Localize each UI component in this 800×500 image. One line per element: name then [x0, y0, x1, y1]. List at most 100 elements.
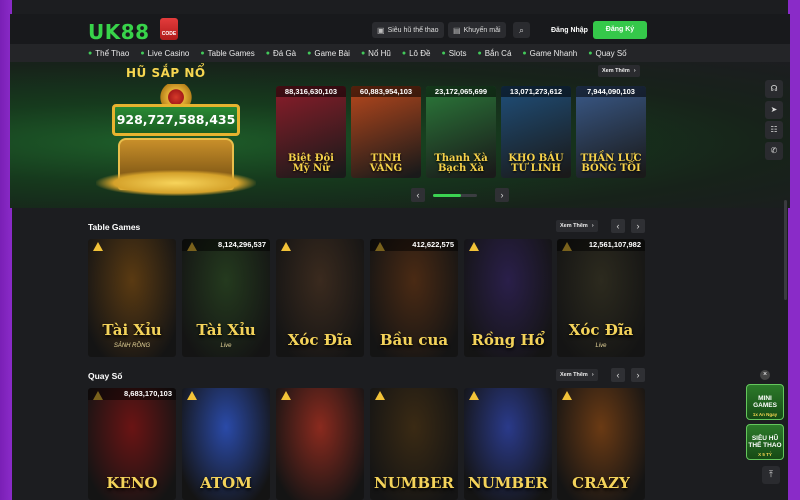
mini-games-widget[interactable]: MINI GAMES 1x An Ngay — [746, 384, 784, 420]
game-title: TINH VÀNG — [369, 153, 403, 174]
table-game-card[interactable]: 12,561,107,982 Xóc Đĩa Live — [557, 239, 645, 357]
promo-label: Khuyến mãi — [463, 26, 501, 34]
lottery-game-card[interactable] — [276, 388, 364, 500]
lottery-game-card[interactable]: 8,683,170,103 KENO — [88, 388, 176, 500]
game-title: Thanh Xà Bạch Xà — [434, 153, 488, 174]
signup-button[interactable]: Đăng Ký — [593, 21, 647, 39]
logo-text: UK88 — [88, 20, 150, 44]
game-subtitle: Live — [595, 343, 607, 349]
game-title: NUMBER — [374, 474, 454, 492]
jackpot-amount: 412,622,575 — [370, 239, 458, 251]
table-game-card[interactable]: Tài Xỉu SẢNH RỒNG — [88, 239, 176, 357]
top-header: UK88 CODE ▣ Siêu hũ thể thao ▤ Khuyến mã… — [10, 14, 790, 46]
nav-item-label: Game Nhanh — [529, 48, 578, 58]
sports-jackpot-widget[interactable]: SIÊU HŨ THỂ THAO X 5 TỶ — [746, 424, 784, 460]
nav-item-1[interactable]: ● Live Casino — [140, 49, 189, 58]
community-button[interactable]: ☷ — [765, 121, 783, 139]
group-icon: ☷ — [770, 125, 778, 134]
site-logo[interactable]: UK88 — [88, 20, 150, 44]
provider-badge-icon — [562, 391, 572, 400]
table-games-prev-button[interactable]: ‹ — [611, 219, 625, 233]
close-icon[interactable]: × — [760, 370, 770, 380]
table-game-card[interactable]: 8,124,296,537 Tài Xỉu Live — [182, 239, 270, 357]
sports-jackpot-link[interactable]: ▣ Siêu hũ thể thao — [372, 22, 444, 38]
table-games-next-button[interactable]: › — [631, 219, 645, 233]
jackpot-game-card[interactable]: 13,071,273,612 KHO BÁU TỨ LINH — [501, 86, 571, 178]
jackpot-game-card[interactable]: 88,316,630,103 Biệt Đội Mỹ Nữ — [276, 86, 346, 178]
scrollbar[interactable] — [784, 200, 787, 300]
game-title: CRAZY — [572, 474, 630, 492]
nav-item-5[interactable]: ● Nổ Hũ — [361, 49, 391, 58]
login-button[interactable]: Đăng Nhập — [543, 22, 596, 39]
phone-button[interactable]: ✆ — [765, 142, 783, 160]
chevron-left-icon: ‹ — [616, 370, 620, 380]
telegram-button[interactable]: ➤ — [765, 101, 783, 119]
sports-jackpot-widget-sub: X 5 TỶ — [758, 452, 772, 457]
nav-item-label: Nổ Hũ — [368, 48, 391, 58]
nav-item-0[interactable]: ● Thể Thao — [88, 49, 129, 58]
nav-item-label: Game Bài — [314, 48, 350, 58]
game-title: NUMBER — [468, 474, 548, 492]
table-games-see-more-button[interactable]: Xem Thêm › — [556, 220, 598, 232]
carousel-next-button[interactable]: › — [495, 188, 509, 202]
nav-item-3[interactable]: ● Đá Gà — [266, 49, 296, 58]
jackpot-amount: 23,172,065,699 — [426, 86, 496, 97]
jackpot-game-card[interactable]: 23,172,065,699 Thanh Xà Bạch Xà — [426, 86, 496, 178]
lottery-game-card[interactable]: NUMBER — [370, 388, 458, 500]
nav-item-4[interactable]: ● Game Bài — [307, 49, 350, 58]
game-title: THẦN LỰC BÓNG TỐI — [580, 153, 642, 174]
nav-item-label: Đá Gà — [273, 48, 297, 58]
see-more-label: Xem Thêm — [602, 68, 630, 74]
fish-icon: ● — [477, 49, 482, 57]
chevron-right-icon: › — [500, 190, 504, 200]
back-to-top-button[interactable]: ⤒ — [762, 466, 780, 484]
quay-so-title: Quay Số — [88, 371, 123, 381]
promo-link[interactable]: ▤ Khuyến mãi — [448, 22, 506, 38]
jackpot-game-card[interactable]: 60,883,954,103 TINH VÀNG — [351, 86, 421, 178]
lottery-game-card[interactable]: CRAZY — [557, 388, 645, 500]
game-title: Tài Xỉu — [102, 321, 162, 339]
see-more-label: Xem Thêm — [560, 223, 588, 229]
jackpot-amount: 60,883,954,103 — [351, 86, 421, 97]
provider-badge-icon — [93, 242, 103, 251]
table-game-card[interactable]: Xóc Đĩa — [276, 239, 364, 357]
lottery-game-card[interactable]: ATOM — [182, 388, 270, 500]
jackpot-amount: 13,071,273,612 — [501, 86, 571, 97]
jackpot-see-more-button[interactable]: Xem Thêm › — [598, 65, 640, 77]
carousel-prev-button[interactable]: ‹ — [411, 188, 425, 202]
quay-so-next-button[interactable]: › — [631, 368, 645, 382]
rooster-icon: ● — [265, 49, 270, 57]
sports-jackpot-widget-label: SIÊU HŨ THỂ THAO — [748, 435, 782, 449]
quay-so-prev-button[interactable]: ‹ — [611, 368, 625, 382]
support-button[interactable]: ☊ — [765, 80, 783, 98]
nav-item-label: Thể Thao — [95, 48, 130, 58]
provider-badge-icon — [375, 391, 385, 400]
table-game-card[interactable]: 412,622,575 Bầu cua — [370, 239, 458, 357]
game-title: KHO BÁU TỨ LINH — [508, 153, 564, 174]
mini-games-label: MINI GAMES — [753, 395, 777, 409]
game-subtitle: Live — [220, 343, 232, 349]
jackpot-game-card[interactable]: 7,944,090,103 THẦN LỰC BÓNG TỐI — [576, 86, 646, 178]
trophy-icon: ▣ — [377, 25, 385, 35]
nav-item-8[interactable]: ● Bắn Cá — [477, 49, 511, 58]
quay-so-see-more-button[interactable]: Xem Thêm › — [556, 369, 598, 381]
search-button[interactable]: ⌕ — [513, 22, 530, 38]
nav-item-7[interactable]: ● Slots — [441, 49, 466, 58]
nav-item-10[interactable]: ● Quay Số — [588, 49, 626, 58]
lottery-icon: ● — [401, 49, 407, 57]
nav-item-6[interactable]: ● Lô Đề — [402, 49, 431, 58]
card-icon: ● — [307, 49, 312, 57]
jackpot-total: 928,727,588,435 — [112, 104, 240, 136]
nav-item-2[interactable]: ● Table Games — [200, 49, 254, 58]
lottery-game-card[interactable]: NUMBER — [464, 388, 552, 500]
nav-item-label: Live Casino — [147, 48, 190, 58]
jar-icon: ● — [360, 49, 366, 57]
jackpot-title: HŨ SẮP NỔ — [126, 66, 206, 80]
see-more-label: Xem Thêm — [560, 372, 588, 378]
chevron-left-icon: ‹ — [416, 190, 420, 200]
table-game-card[interactable]: Rồng Hổ — [464, 239, 552, 357]
ball-icon: ● — [88, 49, 93, 57]
code-badge[interactable]: CODE — [160, 18, 178, 40]
nav-item-9[interactable]: ● Game Nhanh — [522, 49, 577, 58]
provider-badge-icon — [281, 242, 291, 251]
